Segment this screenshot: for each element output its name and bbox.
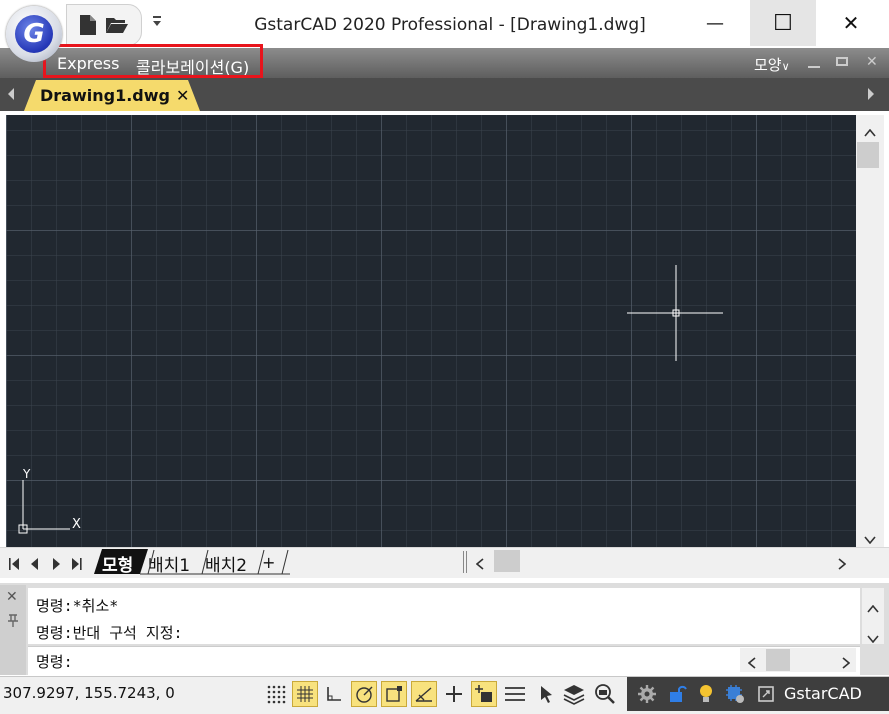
cmd-scroll-thumb[interactable]	[766, 649, 790, 671]
hscroll-left-icon[interactable]	[475, 555, 484, 574]
layout-tab-separators	[140, 549, 290, 575]
cmd-scroll-left-icon[interactable]	[747, 654, 756, 673]
object-snap-icon[interactable]	[381, 681, 407, 707]
snap-icon[interactable]	[263, 681, 289, 707]
hscroll-thumb[interactable]	[494, 550, 520, 572]
command-hscroll[interactable]	[740, 648, 856, 672]
close-button[interactable]: ✕	[818, 0, 884, 46]
horizontal-scrollbar[interactable]	[470, 549, 856, 575]
dynamic-ucs-icon[interactable]	[441, 681, 467, 707]
dynamic-input-icon[interactable]	[471, 681, 497, 707]
command-window-handle: ✕	[0, 585, 26, 675]
window-title: GstarCAD 2020 Professional - [Drawing1.d…	[254, 15, 646, 35]
prev-layout-icon[interactable]	[31, 558, 38, 570]
layout-tab-model-label: 모형	[102, 556, 134, 576]
canvas-overlay	[18, 265, 723, 534]
tab-scroll-left-icon[interactable]	[6, 86, 16, 105]
maximize-button[interactable]: ☐	[750, 0, 816, 46]
doc-minimize-icon[interactable]	[808, 66, 820, 68]
history-scroll-down-icon[interactable]	[867, 628, 879, 647]
app-logo: G	[15, 15, 53, 53]
minimize-icon: —	[706, 12, 724, 34]
crosshair-cursor	[627, 265, 723, 361]
history-scroll-up-icon[interactable]	[867, 598, 879, 617]
grid-icon[interactable]	[292, 681, 318, 707]
chevron-down-icon: ∨	[781, 60, 790, 73]
hscroll-right-icon[interactable]	[838, 555, 847, 574]
close-icon: ✕	[842, 11, 860, 35]
minimize-button[interactable]: —	[682, 0, 748, 46]
scroll-thumb[interactable]	[857, 142, 879, 168]
lightbulb-icon[interactable]	[693, 681, 719, 707]
command-prompt: 명령:	[36, 653, 73, 671]
ucs-y-label: Y	[23, 467, 31, 481]
tab-label: Drawing1.dwg	[40, 86, 170, 105]
command-input[interactable]: 명령:	[28, 646, 860, 675]
scroll-down-icon[interactable]	[864, 529, 876, 548]
vertical-scrollbar[interactable]	[856, 115, 884, 547]
first-layout-icon[interactable]	[9, 558, 19, 570]
scroll-up-icon[interactable]	[864, 122, 876, 141]
lock-icon[interactable]	[664, 681, 690, 707]
ucs-icon	[18, 480, 70, 534]
status-app-label: GstarCAD	[784, 684, 862, 703]
layout-nav	[8, 556, 88, 570]
layers-icon[interactable]	[561, 681, 587, 707]
history-line: 명령:반대 구석 지정:	[36, 624, 183, 642]
command-close-icon[interactable]: ✕	[6, 589, 18, 605]
ortho-icon[interactable]	[321, 681, 347, 707]
drawing-canvas[interactable]: Y X	[6, 115, 856, 547]
selection-cursor-icon[interactable]	[533, 681, 559, 707]
tab-close-icon[interactable]: ✕	[176, 86, 189, 105]
application-menu-button[interactable]: G	[6, 6, 62, 62]
hscroll-splitter[interactable]	[463, 551, 467, 573]
snap-tracking-icon[interactable]	[411, 681, 437, 707]
ucs-x-label: X	[72, 517, 81, 532]
cmd-scroll-right-icon[interactable]	[842, 654, 851, 673]
command-history: 명령:*취소* 명령:반대 구석 지정:	[28, 588, 860, 644]
fullscreen-icon[interactable]	[753, 681, 779, 707]
doc-close-icon[interactable]: ✕	[866, 54, 878, 70]
history-line: 명령:*취소*	[36, 597, 119, 615]
new-file-icon[interactable]	[79, 14, 97, 36]
tab-scroll-right-icon[interactable]	[866, 86, 876, 105]
history-scrollbar[interactable]	[862, 588, 884, 644]
lineweight-icon[interactable]	[502, 681, 528, 707]
zoom-icon[interactable]	[592, 681, 618, 707]
highlight-box	[43, 44, 263, 78]
polar-tracking-icon[interactable]	[351, 681, 377, 707]
hardware-acceleration-icon[interactable]	[722, 681, 748, 707]
customize-qat-icon[interactable]	[150, 14, 164, 30]
appearance-menu[interactable]: 모양∨	[754, 54, 790, 75]
open-folder-icon[interactable]	[105, 16, 129, 34]
quick-access-toolbar	[66, 4, 142, 46]
gear-icon[interactable]	[634, 681, 660, 707]
next-layout-icon[interactable]	[53, 558, 60, 570]
pin-icon[interactable]	[7, 613, 19, 632]
appearance-label: 모양	[754, 56, 782, 74]
coordinate-readout: 307.9297, 155.7243, 0	[3, 684, 175, 702]
last-layout-icon[interactable]	[72, 558, 82, 570]
maximize-icon: ☐	[773, 10, 793, 36]
doc-restore-icon[interactable]	[836, 57, 848, 66]
